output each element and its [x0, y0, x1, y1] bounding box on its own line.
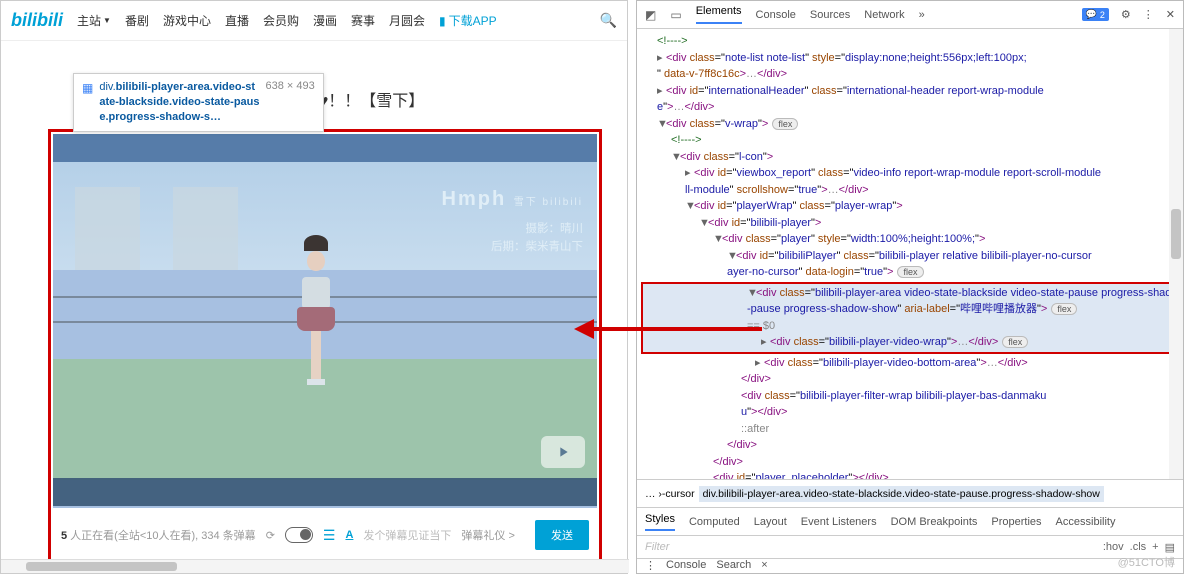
new-style-button[interactable]: + [1152, 541, 1158, 554]
danmaku-input[interactable]: 发个弹幕见证当下 [363, 527, 451, 543]
danmaku-rites-link[interactable]: 弹幕礼仪 > [461, 527, 514, 543]
viewer-stat: 5 人正在看(全站<10人在看), 334 条弹幕 [61, 527, 256, 543]
horizontal-scrollbar[interactable] [1, 559, 629, 573]
close-icon[interactable]: ✕ [1166, 8, 1175, 21]
nav-live[interactable]: 直播 [225, 12, 249, 29]
inspect-icon[interactable]: ◩ [645, 8, 656, 22]
video-frame: Hmph 雪下 bilibili 摄影：晴川后期：柴米青山下 [53, 162, 597, 480]
drawer-search[interactable]: Search [716, 559, 751, 571]
vertical-scrollbar[interactable] [1169, 29, 1183, 479]
video-subject [292, 257, 340, 407]
tooltip-dims: 638 × 493 [266, 80, 315, 125]
tab-dombreakpoints[interactable]: DOM Breakpoints [891, 516, 978, 528]
tab-sources[interactable]: Sources [810, 9, 850, 21]
device-icon[interactable]: ▭ [670, 8, 681, 22]
play-button[interactable] [541, 436, 585, 468]
breadcrumb[interactable]: … ›-cursor div.bilibili-player-area.vide… [637, 479, 1183, 507]
inspect-tooltip: ▦ div.bilibili-player-area.video-st ate-… [73, 73, 324, 132]
settings-icon[interactable]: ⚙ [1121, 8, 1131, 21]
tab-eventlisteners[interactable]: Event Listeners [801, 516, 877, 528]
refresh-icon[interactable]: ⟳ [266, 529, 275, 542]
styles-filter-row: Filter :hov .cls + ▤ [637, 535, 1183, 559]
drawer-tabs: ⋮ Console Search × [637, 557, 1183, 573]
phone-icon: ▮ [439, 14, 446, 28]
nav-manga[interactable]: 漫画 [313, 12, 337, 29]
annotation-arrow [574, 309, 764, 349]
drawer-kebab-icon[interactable]: ⋮ [645, 559, 656, 572]
player-highlight-box: Hmph 雪下 bilibili 摄影：晴川后期：柴米青山下 5 人正在看(全站… [48, 129, 602, 565]
styles-filter-input[interactable]: Filter [645, 541, 669, 553]
devtools-panel: ◩ ▭ Elements Console Sources Network » 💬… [636, 0, 1184, 574]
tabs-more[interactable]: » [919, 9, 925, 21]
nav-bangumi[interactable]: 番剧 [125, 12, 149, 29]
browser-page: bilibili 主站▼ 番剧 游戏中心 直播 会员购 漫画 赛事 月圆会 ▮下… [0, 0, 628, 574]
player-bottom-band [53, 478, 597, 506]
danmaku-toggle[interactable] [285, 527, 313, 543]
danmaku-settings-icon[interactable]: ☰ [323, 527, 336, 544]
error-badge[interactable]: 💬 2 [1082, 8, 1109, 21]
inspect-overlay: Hmph 雪下 bilibili 摄影：晴川后期：柴米青山下 [53, 134, 597, 508]
pin-icon[interactable]: ▤ [1165, 541, 1175, 554]
drawer-console[interactable]: Console [666, 559, 706, 571]
font-style-icon[interactable]: A [345, 529, 353, 541]
tab-accessibility[interactable]: Accessibility [1056, 516, 1116, 528]
tab-console[interactable]: Console [756, 9, 796, 21]
cls-toggle[interactable]: .cls [1130, 541, 1147, 554]
nav-match[interactable]: 赛事 [351, 12, 375, 29]
nav-shop[interactable]: 会员购 [263, 12, 299, 29]
watermark: @51CTO博 [1118, 554, 1175, 570]
tab-elements[interactable]: Elements [696, 5, 742, 24]
dom-comment: <!----> [637, 33, 1183, 50]
breadcrumb-selected[interactable]: div.bilibili-player-area.video-state-bla… [699, 486, 1104, 502]
nav-main[interactable]: 主站▼ [77, 12, 111, 29]
chevron-down-icon: ▼ [103, 16, 111, 25]
nav-game[interactable]: 游戏中心 [163, 12, 211, 29]
tab-properties[interactable]: Properties [991, 516, 1041, 528]
dom-tree[interactable]: <!----> ▸<div class="note-list note-list… [637, 29, 1183, 479]
nav-moon[interactable]: 月圆会 [389, 12, 425, 29]
kebab-icon[interactable]: ⋮ [1143, 8, 1154, 21]
overlay-credits: 摄影：晴川后期：柴米青山下 [491, 220, 583, 257]
tab-computed[interactable]: Computed [689, 516, 740, 528]
tooltip-text: div.bilibili-player-area.video-st ate-bl… [99, 80, 259, 125]
nav-download[interactable]: ▮下载APP [439, 12, 497, 29]
overlay-title: Hmph 雪下 bilibili [442, 188, 583, 211]
danmaku-send-button[interactable]: 发送 [535, 520, 589, 550]
danmaku-bar: 5 人正在看(全站<10人在看), 334 条弹幕 ⟳ ☰ A 发个弹幕见证当下… [53, 510, 597, 560]
tab-network[interactable]: Network [864, 9, 904, 21]
styles-tabs: Styles Computed Layout Event Listeners D… [637, 507, 1183, 535]
close-icon[interactable]: × [761, 559, 767, 571]
hov-toggle[interactable]: :hov [1103, 541, 1124, 554]
top-nav: bilibili 主站▼ 番剧 游戏中心 直播 会员购 漫画 赛事 月圆会 ▮下… [1, 1, 627, 41]
devtools-toolbar: ◩ ▭ Elements Console Sources Network » 💬… [637, 1, 1183, 29]
search-icon[interactable]: 🔍 [600, 12, 617, 29]
tab-layout[interactable]: Layout [754, 516, 787, 528]
layout-icon: ▦ [82, 81, 93, 125]
tab-styles[interactable]: Styles [645, 513, 675, 531]
site-logo[interactable]: bilibili [11, 10, 63, 31]
